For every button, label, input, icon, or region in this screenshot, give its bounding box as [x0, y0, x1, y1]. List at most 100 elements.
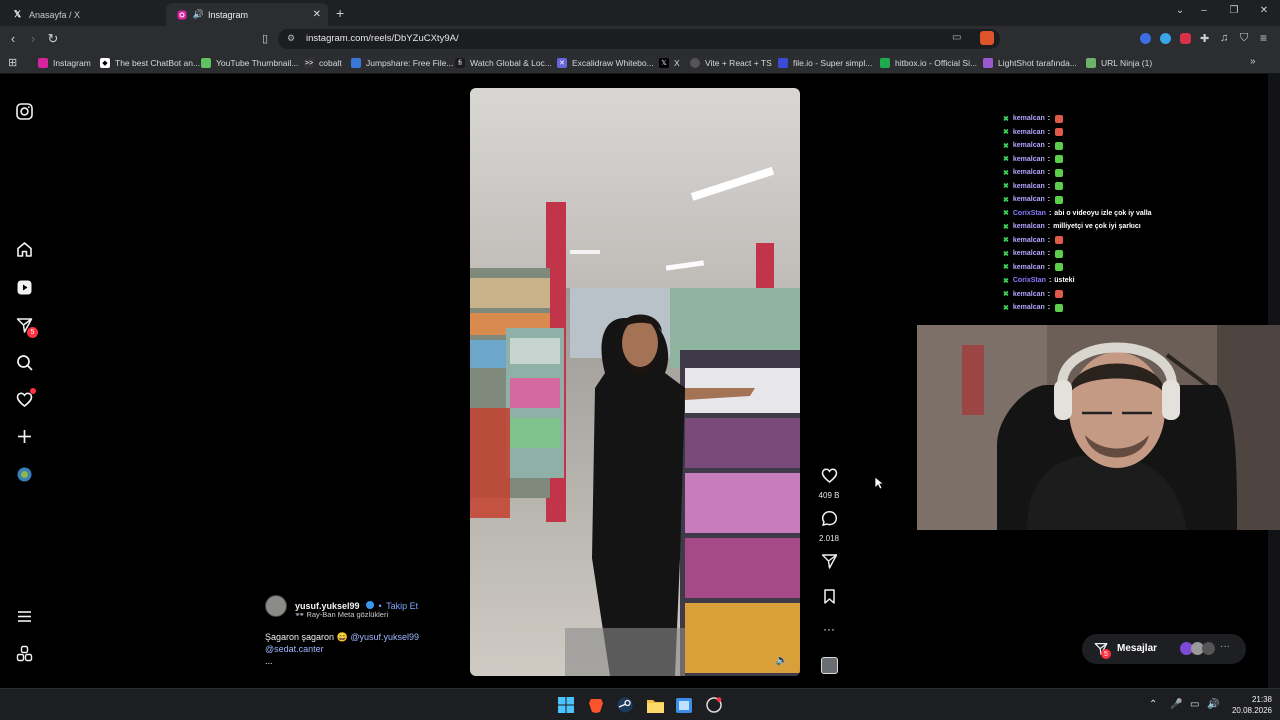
chat-emote-icon [1055, 195, 1064, 204]
bookmark-item[interactable]: ◆ The best ChatBot an... [100, 56, 200, 70]
avatar[interactable] [14, 464, 34, 484]
bookmark-item[interactable]: Vite + React + TS [690, 56, 772, 70]
back-button[interactable]: ‹ [4, 30, 22, 48]
shield-icon[interactable]: ⛉ [1240, 32, 1248, 45]
close-tab-icon[interactable]: ✕ [313, 9, 321, 20]
glasses-icon: 👓 [295, 610, 305, 619]
caption-more[interactable]: ... [265, 656, 273, 666]
search-icon[interactable] [14, 352, 34, 372]
video-frame [470, 88, 800, 676]
chat-username: kemalcan [1012, 304, 1045, 312]
save-button[interactable] [815, 588, 843, 610]
bookmark-item[interactable]: Instagram [38, 56, 91, 70]
chat-username: kemalcan [1012, 155, 1045, 163]
audio-thumbnail[interactable] [815, 657, 843, 674]
apps-grid-icon[interactable]: ⊞ [8, 56, 17, 69]
more-icon[interactable]: ··· [1220, 641, 1230, 652]
chat-separator: : [1047, 115, 1051, 123]
extension-icon[interactable] [1180, 33, 1191, 44]
plus-icon[interactable] [14, 426, 34, 446]
extension-icon[interactable] [1140, 33, 1151, 44]
chat-message: ✖ kemalcan: [1003, 153, 1263, 167]
chat-message: ✖ kemalcan: [1003, 234, 1263, 248]
obs-icon[interactable] [705, 696, 723, 714]
emoji-icon: 😄 [336, 632, 348, 642]
clock-time: 21:38 [1251, 695, 1272, 704]
more-menu-icon[interactable] [14, 606, 34, 626]
author-avatar[interactable] [265, 595, 287, 617]
forward-button[interactable]: › [24, 30, 42, 48]
address-bar[interactable]: ⚙ instagram.com/reels/DbYZuCXty9A/ ▭ [278, 29, 1000, 49]
speaker-icon[interactable]: 🔊 [193, 9, 204, 20]
home-icon[interactable] [14, 239, 34, 259]
cast-icon[interactable]: ▭ [952, 32, 961, 43]
bookmark-item[interactable]: YouTube Thumbnail... [201, 56, 298, 70]
caption-mention[interactable]: @yusuf.yuksel99 [350, 632, 419, 642]
send-icon[interactable]: 5 [14, 315, 38, 338]
bookmark-label: X [674, 58, 680, 68]
reels-icon[interactable] [14, 277, 34, 297]
tab-x[interactable]: 𝕏 Anasayfa / X [2, 3, 166, 26]
heart-icon[interactable] [14, 388, 36, 409]
bookmark-item[interactable]: hitbox.io - Official Si... [880, 56, 977, 70]
chat-message: ✖ kemalcan: [1003, 166, 1263, 180]
instagram-logo-icon[interactable] [14, 101, 34, 121]
messages-button[interactable]: 5 Mesajlar ··· [1082, 634, 1246, 664]
brave-shield-icon[interactable] [980, 31, 994, 45]
chat-separator: : [1047, 155, 1051, 163]
bookmark-item[interactable]: Jumpshare: Free File... [351, 56, 453, 70]
bookmark-label: YouTube Thumbnail... [216, 58, 299, 68]
webcam-overlay [917, 325, 1280, 530]
share-button[interactable] [815, 553, 843, 575]
puzzle-icon[interactable]: ✚ [1200, 32, 1209, 45]
lightshot-icon [983, 58, 993, 68]
bookmark-label: URL Ninja (1) [1101, 58, 1153, 68]
music-icon[interactable]: ♫ [1220, 32, 1228, 44]
minimize-button[interactable]: – [1194, 5, 1214, 21]
file-explorer-icon[interactable] [646, 696, 664, 714]
webcam-frame [917, 325, 1280, 530]
network-icon[interactable]: ▭ [1190, 699, 1199, 710]
bookmark-item[interactable]: ✕ Excalidraw Whitebo... [557, 56, 654, 70]
fileio-icon [778, 58, 788, 68]
caption-mention[interactable]: @sedat.canter [265, 644, 324, 654]
extension-icon[interactable] [1160, 33, 1171, 44]
reload-button[interactable]: ↻ [44, 30, 62, 48]
bookmark-item[interactable]: 𝕏X [659, 56, 680, 70]
maximize-button[interactable]: ❐ [1224, 5, 1244, 21]
bookmark-page-icon[interactable]: ▯ [256, 30, 274, 48]
comment-button[interactable]: 2.018 [815, 510, 843, 543]
bookmark-item[interactable]: file.io - Super simpl... [778, 56, 872, 70]
windows-taskbar: ⌃ 🎤 ▭ 🔊 21:38 20.08.2026 [0, 688, 1280, 720]
taskbar-clock[interactable]: 21:38 20.08.2026 [1222, 694, 1272, 716]
volume-icon[interactable]: 🔊 [1207, 699, 1219, 710]
tab-list-chevron-icon[interactable]: ⌄ [1170, 5, 1190, 21]
mute-icon[interactable]: 🔈 [776, 655, 788, 666]
site-info-icon[interactable]: ⚙ [287, 33, 295, 44]
like-button[interactable]: 409 B [815, 467, 843, 500]
steam-icon[interactable] [616, 696, 634, 714]
bookmark-item[interactable]: LightShot tarafında... [983, 56, 1077, 70]
chat-text: abi o videoyu izle çok iy valla [1054, 209, 1152, 217]
microphone-icon[interactable]: 🎤 [1170, 699, 1182, 710]
brave-browser-icon[interactable] [587, 696, 605, 714]
chat-message: ✖ kemalcan: [1003, 126, 1263, 140]
bookmark-item[interactable]: >> cobalt [304, 56, 342, 70]
show-hidden-icons-chevron-icon[interactable]: ⌃ [1149, 699, 1157, 710]
also-from-meta-icon[interactable] [14, 643, 34, 663]
snipping-tool-icon[interactable] [675, 696, 693, 714]
new-tab-button[interactable]: + [336, 5, 344, 21]
bookmark-icon [823, 589, 835, 604]
more-bookmarks-icon[interactable]: » [1250, 56, 1256, 67]
close-window-button[interactable]: ✕ [1254, 5, 1274, 21]
chat-emote-icon [1055, 168, 1064, 177]
menu-icon[interactable]: ≡ [1260, 31, 1267, 45]
tab-instagram[interactable]: 🔊 Instagram ✕ [166, 3, 328, 26]
bookmark-item[interactable]: URL Ninja (1) [1086, 56, 1152, 70]
windows-start-icon[interactable] [557, 696, 575, 714]
bookmark-item[interactable]: fi Watch Global & Loc... [455, 56, 552, 70]
more-options-icon[interactable]: ··· [815, 622, 843, 636]
chat-username: kemalcan [1012, 236, 1045, 244]
follow-button[interactable]: Takip Et [386, 601, 418, 611]
reel-video[interactable]: 🔈 [470, 88, 800, 676]
